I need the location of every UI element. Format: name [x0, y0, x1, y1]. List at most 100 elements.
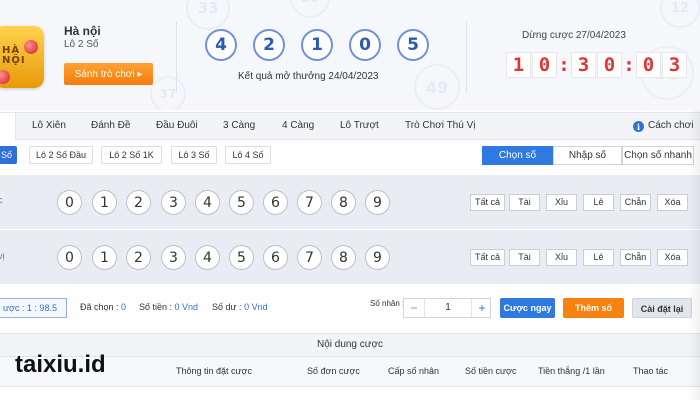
info-icon[interactable]: i [633, 121, 644, 132]
subtab-lo-2-so-dau[interactable]: Lô 2 Số Đầu [29, 146, 93, 164]
decor-ball: 37 [150, 76, 186, 110]
mode-pick-numbers[interactable]: Chọn số [482, 146, 553, 165]
column-header: Số đơn cược [307, 366, 360, 376]
select-high-button[interactable]: Tài [509, 249, 540, 266]
number-ball[interactable]: 1 [92, 190, 117, 215]
reset-button[interactable]: Cài đặt lại [632, 298, 692, 318]
select-low-button[interactable]: Xỉu [546, 194, 577, 211]
decrement-button[interactable]: − [404, 299, 424, 317]
number-ball[interactable]: 0 [57, 245, 82, 270]
ball-icon [0, 70, 10, 84]
select-even-button[interactable]: Chẵn [620, 194, 651, 211]
decor-ball: 33 [186, 0, 230, 30]
increment-button[interactable]: + [472, 299, 492, 317]
number-ball[interactable]: 3 [161, 190, 186, 215]
decor-ball: 36 [290, 0, 330, 18]
hanoi-lottery-logo: HÀ NỘI [0, 26, 44, 88]
result-ball: 2 [253, 29, 285, 61]
multiplier-label: Số nhân : [370, 299, 405, 308]
subtab-lo-4-so[interactable]: Lô 4 Số [225, 146, 271, 164]
decor-ball: 49 [414, 64, 460, 110]
logo-text: HÀ NỘI [2, 45, 26, 66]
tab-lo-active[interactable] [0, 113, 16, 140]
game-type-tabs: Lô Xiên Đánh Đề Đầu Đuôi 3 Càng 4 Càng L… [0, 112, 700, 140]
bet-amount: Số tiền : 0 Vnd [139, 302, 198, 312]
select-odd-button[interactable]: Lẻ [583, 249, 614, 266]
number-ball[interactable]: 7 [297, 245, 322, 270]
number-ball[interactable]: 4 [195, 190, 220, 215]
column-header: Số tiền cược [465, 366, 517, 376]
select-odd-button[interactable]: Lẻ [583, 194, 614, 211]
select-high-button[interactable]: Tài [509, 194, 540, 211]
clear-button[interactable]: Xóa [657, 194, 688, 211]
subtab-lo-2-so-1k[interactable]: Lô 2 Số 1K [101, 146, 162, 164]
number-ball[interactable]: 3 [161, 245, 186, 270]
balance: Số dư : 0 Vnd [212, 302, 268, 312]
number-ball[interactable]: 5 [229, 245, 254, 270]
lobby-button[interactable]: Sảnh trò chơi ▸ [64, 63, 153, 85]
countdown-digit: 1 [506, 52, 531, 78]
countdown-digit: 3 [571, 52, 596, 78]
number-ball[interactable]: 9 [365, 245, 390, 270]
column-header: Cấp số nhân [388, 366, 440, 376]
column-header: Thao tác [633, 366, 669, 376]
subtab-lo-3-so[interactable]: Lô 3 Số [171, 146, 217, 164]
countdown-digit: 3 [662, 52, 687, 78]
selected-count: Đã chọn : 0 [80, 302, 126, 312]
city-name: Hà nội [64, 24, 101, 38]
tab-tro-choi-thu-vi[interactable]: Trò Chơi Thú Vị [405, 113, 475, 140]
divider [466, 22, 467, 92]
number-ball[interactable]: 5 [229, 190, 254, 215]
countdown-separator: : [623, 54, 635, 76]
selected-label: Đã chọn : [80, 302, 119, 312]
betting-close-date: Dừng cược 27/04/2023 [522, 30, 626, 41]
number-ball[interactable]: 2 [126, 190, 151, 215]
multiplier-stepper: − 1 + [403, 298, 491, 318]
tab-lo-xien[interactable]: Lô Xiên [32, 113, 66, 140]
balance-value: 0 Vnd [244, 302, 268, 312]
select-all-button[interactable]: Tất cả [470, 249, 505, 266]
number-ball[interactable]: 2 [126, 245, 151, 270]
number-ball[interactable]: 0 [57, 190, 82, 215]
column-header: Tiền thắng /1 lần [538, 366, 605, 376]
countdown-separator: : [558, 54, 570, 76]
number-ball[interactable]: 6 [263, 190, 288, 215]
tab-lo-truot[interactable]: Lô Trượt [340, 113, 379, 140]
divider [176, 22, 177, 92]
mode-quick-pick[interactable]: Chọn số nhanh [622, 146, 694, 165]
clear-button[interactable]: Xóa [657, 249, 688, 266]
right-edge-shadow [688, 110, 700, 400]
result-ball: 0 [349, 29, 381, 61]
row-label: c [0, 195, 3, 205]
select-even-button[interactable]: Chẵn [620, 249, 651, 266]
number-ball[interactable]: 8 [331, 245, 356, 270]
game-header: 33 49 52 36 12 37 HÀ NỘI Hà nội Lô 2 Số … [0, 0, 700, 110]
subtab-lo-2-so[interactable]: Số [0, 146, 17, 164]
how-to-play-link[interactable]: Cách chơi [648, 113, 693, 140]
site-watermark: taixiu.id [15, 351, 106, 378]
mode-enter-numbers[interactable]: Nhập số [553, 146, 622, 165]
number-ball[interactable]: 4 [195, 245, 220, 270]
countdown-digit: 0 [636, 52, 661, 78]
select-all-button[interactable]: Tất cả [470, 194, 505, 211]
tab-4-cang[interactable]: 4 Càng [282, 113, 314, 140]
number-ball[interactable]: 1 [92, 245, 117, 270]
countdown-digit: 0 [597, 52, 622, 78]
amount-label: Số tiền : [139, 302, 173, 312]
tab-dau-duoi[interactable]: Đầu Đuôi [156, 113, 198, 140]
add-number-button[interactable]: Thêm số [563, 298, 624, 318]
number-ball[interactable]: 8 [331, 190, 356, 215]
balance-label: Số dư : [212, 302, 242, 312]
selected-value: 0 [121, 302, 127, 312]
number-ball[interactable]: 9 [365, 190, 390, 215]
multiplier-input[interactable]: 1 [424, 299, 472, 317]
bet-now-button[interactable]: Cược ngay [500, 298, 555, 318]
number-ball[interactable]: 7 [297, 190, 322, 215]
odds-display: ược : 1 : 98.5 [0, 298, 67, 318]
select-low-button[interactable]: Xỉu [546, 249, 577, 266]
column-header: Thông tin đặt cược [176, 366, 252, 376]
decor-ball: 12 [660, 0, 700, 28]
number-ball[interactable]: 6 [263, 245, 288, 270]
tab-danh-de[interactable]: Đánh Đề [91, 113, 130, 140]
tab-3-cang[interactable]: 3 Càng [223, 113, 255, 140]
